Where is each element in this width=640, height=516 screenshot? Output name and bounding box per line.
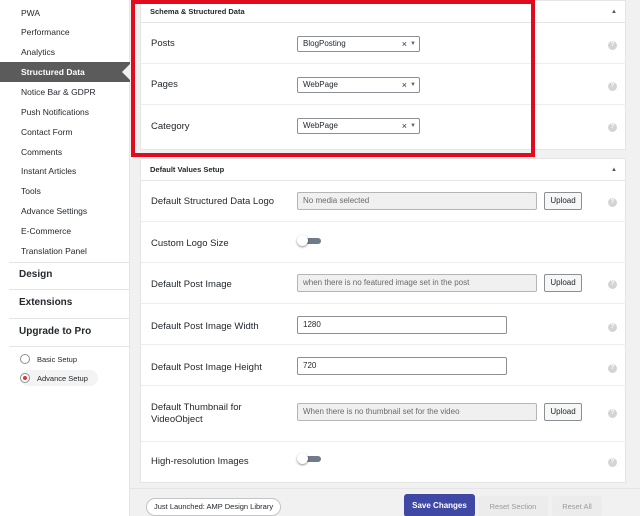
field-label: Default Post Image [151, 279, 232, 290]
field-label: Default Post Image Width [151, 321, 259, 332]
category-schema-select[interactable]: WebPage × ▼ [297, 118, 420, 134]
help-icon[interactable]: ? [608, 458, 617, 467]
row-default-logo: Default Structured Data Logo No media se… [141, 181, 627, 222]
field-label: Pages [151, 79, 178, 90]
custom-logo-size-toggle[interactable] [297, 235, 322, 246]
image-height-input[interactable]: 720 [297, 357, 507, 375]
sidebar-item-structured-data[interactable]: Structured Data [0, 62, 130, 82]
sidebar-item-contact-form[interactable]: Contact Form [0, 122, 130, 142]
help-icon[interactable]: ? [608, 198, 617, 207]
upload-logo-button[interactable]: Upload [544, 192, 582, 210]
collapse-icon[interactable]: ▲ [611, 1, 617, 23]
select-value: WebPage [303, 80, 338, 89]
default-thumbnail-field: When there is no thumbnail set for the v… [297, 403, 537, 421]
field-label: Default Structured Data Logo [151, 196, 275, 207]
setup-mode-label: Basic Setup [37, 354, 78, 364]
field-label: Category [151, 121, 190, 132]
sidebar-item-notice-bar[interactable]: Notice Bar & GDPR [0, 82, 130, 102]
help-icon[interactable]: ? [608, 41, 617, 50]
field-label: VideoObject [151, 414, 203, 425]
schema-row-posts: Posts BlogPosting × ▼ ? [141, 23, 627, 64]
select-value: BlogPosting [303, 39, 346, 48]
sidebar-item-translation-panel[interactable]: Translation Panel [0, 241, 130, 261]
chevron-down-icon[interactable]: ▼ [410, 78, 416, 92]
default-values-panel-header[interactable]: Default Values Setup ▲ [141, 159, 625, 181]
clear-icon[interactable]: × [402, 119, 407, 133]
pages-schema-select[interactable]: WebPage × ▼ [297, 77, 420, 93]
row-image-height: Default Post Image Height 720 ? [141, 345, 627, 386]
sidebar-item-performance[interactable]: Performance [0, 22, 130, 42]
sidebar-section-upgrade-to-pro[interactable]: Upgrade to Pro [0, 319, 130, 345]
field-label: Default Post Image Height [151, 362, 262, 373]
sidebar-item-comments[interactable]: Comments [0, 142, 130, 162]
sidebar-item-instant-articles[interactable]: Instant Articles [0, 161, 130, 181]
help-icon[interactable]: ? [608, 364, 617, 373]
row-image-width: Default Post Image Width 1280 ? [141, 304, 627, 345]
high-resolution-toggle[interactable] [297, 453, 322, 464]
help-icon[interactable]: ? [608, 323, 617, 332]
settings-sidebar: PWA Performance Analytics Structured Dat… [0, 0, 130, 516]
sidebar-item-e-commerce[interactable]: E-Commerce [0, 221, 130, 241]
help-icon[interactable]: ? [608, 280, 617, 289]
schema-panel: Schema & Structured Data ▲ Posts BlogPos… [140, 0, 627, 150]
row-custom-logo-size: Custom Logo Size [141, 222, 627, 263]
sidebar-section-extensions[interactable]: Extensions [0, 290, 130, 316]
clear-icon[interactable]: × [402, 37, 407, 51]
sidebar-item-analytics[interactable]: Analytics [0, 42, 130, 62]
field-label: Posts [151, 38, 175, 49]
sidebar-section-design[interactable]: Design [0, 262, 130, 288]
setup-mode-basic[interactable]: Basic Setup [20, 351, 87, 367]
clear-icon[interactable]: × [402, 78, 407, 92]
posts-schema-select[interactable]: BlogPosting × ▼ [297, 36, 420, 52]
upload-post-image-button[interactable]: Upload [544, 274, 582, 292]
sidebar-item-tools[interactable]: Tools [0, 181, 130, 201]
field-label: High-resolution Images [151, 456, 249, 467]
panel-title: Schema & Structured Data [150, 7, 245, 16]
settings-footer: Just Launched: AMP Design Library Save C… [130, 488, 640, 516]
toggle-knob [297, 453, 308, 464]
upload-thumbnail-button[interactable]: Upload [544, 403, 582, 421]
row-high-resolution: High-resolution Images ? [141, 442, 627, 483]
save-changes-button[interactable]: Save Changes [404, 494, 475, 516]
default-logo-field: No media selected [297, 192, 537, 210]
image-width-input[interactable]: 1280 [297, 316, 507, 334]
toggle-knob [297, 235, 308, 246]
schema-row-pages: Pages WebPage × ▼ ? [141, 64, 627, 105]
radio-basic-setup[interactable] [20, 354, 30, 364]
panel-title: Default Values Setup [150, 165, 225, 174]
default-values-panel: Default Values Setup ▲ Default Structure… [140, 158, 627, 483]
help-icon[interactable]: ? [608, 82, 617, 91]
help-icon[interactable]: ? [608, 409, 617, 418]
reset-section-button[interactable]: Reset Section [478, 496, 548, 516]
sidebar-divider [9, 346, 130, 347]
collapse-icon[interactable]: ▲ [611, 159, 617, 181]
field-label: Default Thumbnail for [151, 402, 242, 413]
reset-all-button[interactable]: Reset All [552, 496, 602, 516]
sidebar-item-push-notifications[interactable]: Push Notifications [0, 102, 130, 122]
setup-mode-label: Advance Setup [37, 373, 88, 383]
row-default-post-image: Default Post Image when there is no feat… [141, 263, 627, 304]
sidebar-item-advance-settings[interactable]: Advance Settings [0, 201, 130, 221]
radio-advance-setup[interactable] [20, 373, 30, 383]
field-label: Custom Logo Size [151, 238, 229, 249]
design-library-link[interactable]: Just Launched: AMP Design Library [146, 498, 282, 516]
sidebar-item-pwa[interactable]: PWA [0, 3, 130, 23]
chevron-down-icon[interactable]: ▼ [410, 119, 416, 133]
row-default-thumbnail: Default Thumbnail for VideoObject When t… [141, 386, 627, 442]
setup-mode-advance[interactable]: Advance Setup [20, 370, 98, 386]
schema-panel-header[interactable]: Schema & Structured Data ▲ [141, 1, 625, 23]
default-post-image-field: when there is no featured image set in t… [297, 274, 537, 292]
chevron-down-icon[interactable]: ▼ [410, 37, 416, 51]
schema-row-category: Category WebPage × ▼ ? [141, 105, 627, 150]
help-icon[interactable]: ? [608, 123, 617, 132]
select-value: WebPage [303, 121, 338, 130]
